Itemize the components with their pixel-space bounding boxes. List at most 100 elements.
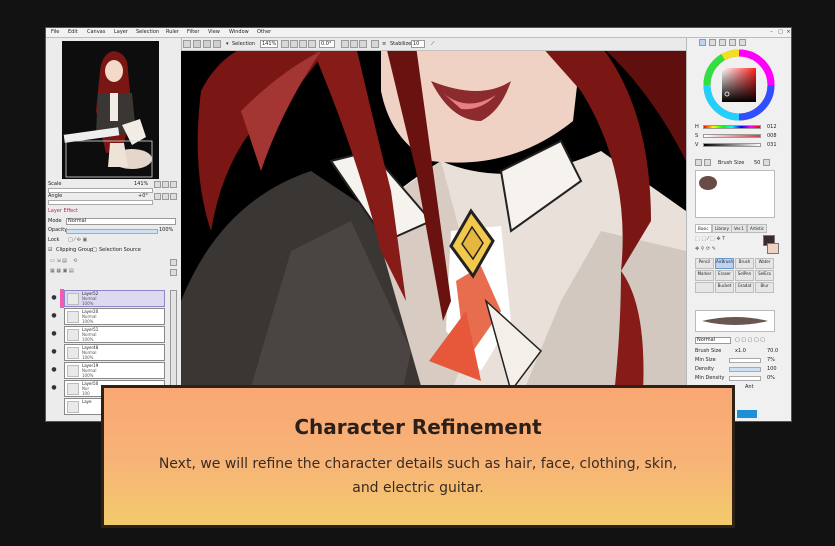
tool-gradation[interactable]: Gradat bbox=[735, 282, 754, 293]
tool-selera[interactable]: SelEra bbox=[755, 270, 774, 281]
drawing-canvas[interactable] bbox=[181, 51, 686, 421]
layer-action-icons[interactable]: ▦ ▦ ▣ ▤ bbox=[50, 268, 74, 275]
brush-preview-toggle[interactable] bbox=[695, 159, 702, 166]
rotation-field[interactable]: 0.0° bbox=[319, 40, 335, 48]
layer-panel-menu-button[interactable] bbox=[170, 269, 177, 276]
secondary-color-swatch[interactable] bbox=[767, 243, 779, 254]
menu-window[interactable]: Window bbox=[229, 28, 249, 37]
tool-pencil[interactable]: Pencil bbox=[695, 258, 714, 269]
layer-item[interactable]: Layer20 Normal 100% bbox=[64, 308, 165, 325]
rotate-reset-button[interactable] bbox=[359, 40, 367, 48]
scale-reset-button[interactable] bbox=[170, 181, 177, 188]
brush-dot-toggle[interactable] bbox=[704, 159, 711, 166]
menu-canvas[interactable]: Canvas bbox=[87, 28, 105, 37]
select-all-button[interactable] bbox=[193, 40, 201, 48]
tool-option-button[interactable] bbox=[183, 40, 191, 48]
tool-water[interactable]: Water bbox=[755, 258, 774, 269]
tool-bucket[interactable]: Bucket bbox=[715, 282, 734, 293]
brush-size-multiplier[interactable]: x1.0 bbox=[735, 348, 746, 354]
eye-icon[interactable]: ● bbox=[50, 348, 58, 356]
tab-ver1[interactable]: Ver.1 bbox=[731, 224, 747, 233]
selection-source-checkbox-icon[interactable]: □ bbox=[92, 247, 97, 254]
brush-shape-icons[interactable]: ▢ ▢ ▢ ▢ ▢ bbox=[735, 337, 765, 343]
eye-icon[interactable]: ● bbox=[50, 312, 58, 320]
flip-horizontal-button[interactable] bbox=[371, 40, 379, 48]
eye-icon[interactable]: ● bbox=[50, 330, 58, 338]
tool-airbrush[interactable]: AirBrush bbox=[715, 258, 734, 269]
layer-item[interactable]: Layer48 Normal 100% bbox=[64, 344, 165, 361]
menu-ruler[interactable]: Ruler bbox=[166, 28, 179, 37]
tab-artistic[interactable]: Artistic bbox=[747, 224, 768, 233]
view-tool-icons[interactable]: ✥ ⚲ ⟳ ✎ bbox=[695, 246, 716, 252]
zoom-out-button[interactable] bbox=[281, 40, 289, 48]
zoom-field[interactable]: 141% bbox=[260, 40, 278, 48]
min-size-slider[interactable] bbox=[729, 358, 761, 363]
saturation-slider[interactable] bbox=[703, 134, 761, 138]
zoom-reset-button[interactable] bbox=[299, 40, 307, 48]
tool-marker[interactable]: Marker bbox=[695, 270, 714, 281]
layer-item[interactable]: Layer51 Normal 100% bbox=[64, 326, 165, 343]
menu-filter[interactable]: Filter bbox=[187, 28, 199, 37]
menu-layer[interactable]: Layer bbox=[114, 28, 128, 37]
extra-option-label[interactable]: Ant bbox=[745, 384, 754, 390]
brush-blend-select[interactable]: Normal bbox=[695, 337, 731, 344]
tool-empty[interactable] bbox=[695, 282, 714, 293]
color-mixer-tab-icon[interactable] bbox=[729, 39, 736, 46]
menu-selection[interactable]: Selection bbox=[136, 28, 159, 37]
selection-checkbox-icon[interactable]: ▾ bbox=[226, 38, 229, 50]
min-density-slider[interactable] bbox=[729, 376, 761, 381]
angle-left-button[interactable] bbox=[154, 193, 161, 200]
lock-icons[interactable]: □ ⁄ ✣ ▣ bbox=[68, 237, 87, 244]
value-slider[interactable] bbox=[703, 143, 761, 147]
deselect-button[interactable] bbox=[203, 40, 211, 48]
rotate-left-button[interactable] bbox=[341, 40, 349, 48]
invert-selection-button[interactable] bbox=[213, 40, 221, 48]
menu-other[interactable]: Other bbox=[257, 28, 271, 37]
tool-eraser[interactable]: Eraser bbox=[715, 270, 734, 281]
minimize-icon[interactable]: – bbox=[768, 29, 775, 35]
layer-effect-toggle[interactable]: Layer Effect bbox=[48, 208, 78, 215]
maximize-icon[interactable]: □ bbox=[777, 29, 784, 35]
layer-opacity: 100% bbox=[82, 319, 94, 324]
menu-view[interactable]: View bbox=[208, 28, 220, 37]
scale-increase-button[interactable] bbox=[162, 181, 169, 188]
clipping-checkbox-icon[interactable]: ☑ bbox=[48, 247, 52, 254]
new-layer-icons[interactable]: ▭ ⇲ ▤ ⟲ bbox=[50, 258, 77, 265]
tab-basic[interactable]: Basic bbox=[695, 224, 712, 233]
rotate-right-button[interactable] bbox=[350, 40, 358, 48]
eye-icon[interactable]: ● bbox=[50, 384, 58, 392]
angle-slider[interactable] bbox=[48, 200, 153, 205]
eye-icon[interactable]: ● bbox=[50, 366, 58, 374]
tab-library[interactable]: Library bbox=[712, 224, 732, 233]
color-palette-tab-icon[interactable] bbox=[739, 39, 746, 46]
layer-panel-plus-button[interactable] bbox=[170, 259, 177, 266]
opacity-slider[interactable] bbox=[66, 229, 158, 234]
clipping-group-label: Clipping Group bbox=[56, 247, 94, 253]
menu-edit[interactable]: Edit bbox=[68, 28, 78, 37]
eye-icon[interactable]: ● bbox=[50, 294, 58, 302]
brush-size-reset-button[interactable] bbox=[763, 159, 770, 166]
angle-reset-button[interactable] bbox=[170, 193, 177, 200]
color-wheel[interactable] bbox=[703, 49, 775, 121]
color-rgb-tab-icon[interactable] bbox=[709, 39, 716, 46]
blend-mode-select[interactable]: Normal bbox=[66, 218, 176, 225]
stabilizer-field[interactable]: 10 bbox=[411, 40, 425, 48]
tool-blur[interactable]: Blur bbox=[755, 282, 774, 293]
color-wheel-tab-icon[interactable] bbox=[699, 39, 706, 46]
menu-file[interactable]: File bbox=[51, 28, 59, 37]
navigator-preview[interactable] bbox=[62, 41, 159, 179]
tool-brush[interactable]: Brush bbox=[735, 258, 754, 269]
color-hsv-tab-icon[interactable] bbox=[719, 39, 726, 46]
stabilizer-icon: ≡ bbox=[382, 41, 387, 47]
layer-item[interactable]: Layer52 Normal 100% bbox=[64, 290, 165, 307]
layer-item[interactable]: Layer19 Normal 100% bbox=[64, 362, 165, 379]
close-icon[interactable]: × bbox=[785, 29, 791, 35]
scale-decrease-button[interactable] bbox=[154, 181, 161, 188]
density-slider[interactable] bbox=[729, 367, 761, 372]
hue-slider[interactable] bbox=[703, 125, 761, 129]
selection-tool-icons[interactable]: ⬚ ⬚ ⁄ ⬚ ✥ T bbox=[695, 236, 725, 242]
zoom-in-button[interactable] bbox=[290, 40, 298, 48]
angle-right-button[interactable] bbox=[162, 193, 169, 200]
zoom-fit-button[interactable] bbox=[308, 40, 316, 48]
tool-selpen[interactable]: SelPen bbox=[735, 270, 754, 281]
